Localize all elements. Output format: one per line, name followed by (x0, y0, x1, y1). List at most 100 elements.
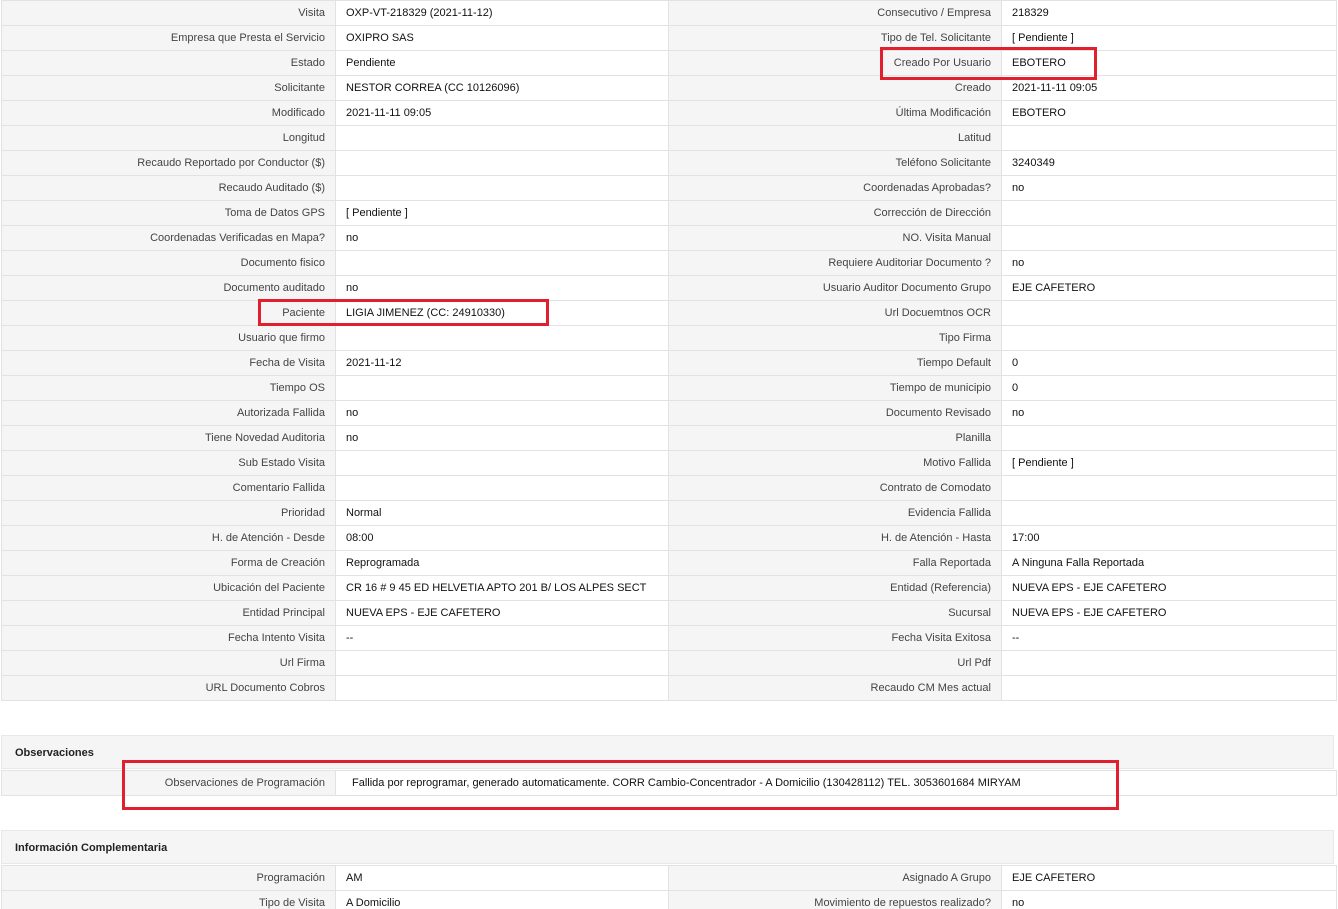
table-row: Empresa que Presta el Servicio OXIPRO SAS… (1, 25, 1337, 51)
table-row: H. de Atención - Desde 08:00 H. de Atenció… (1, 525, 1337, 551)
field-label: Requiere Auditoriar Documento ? (668, 250, 1002, 276)
field-value: EJE CAFETERO (1001, 275, 1337, 301)
field-label: Tipo de Tel. Solicitante (668, 25, 1002, 51)
field-label: Asignado A Grupo (668, 865, 1002, 891)
field-value (1001, 300, 1337, 326)
info-complementaria-header: Información Complementaria (1, 830, 1334, 864)
table-row: Solicitante NESTOR CORREA (CC 10126096) Cr… (1, 75, 1337, 101)
field-label: Contrato de Comodato (668, 475, 1002, 501)
field-label: H. de Atención - Hasta (668, 525, 1002, 551)
field-value: no (335, 400, 669, 426)
field-value: 08:00 (335, 525, 669, 551)
field-label: Teléfono Solicitante (668, 150, 1002, 176)
table-row: Recaudo Auditado ($) Coordenadas Aprobada… (1, 175, 1337, 201)
field-value: AM (335, 865, 669, 891)
field-label: Toma de Datos GPS (1, 200, 336, 226)
field-value: no (1001, 890, 1337, 909)
field-label: Empresa que Presta el Servicio (1, 25, 336, 51)
field-value: 0 (1001, 350, 1337, 376)
field-value (335, 150, 669, 176)
field-label: Documento fisico (1, 250, 336, 276)
field-label: Coordenadas Verificadas en Mapa? (1, 225, 336, 251)
field-label: Url Docuemtnos OCR (668, 300, 1002, 326)
field-label: Corrección de Dirección (668, 200, 1002, 226)
table-row: Entidad Principal NUEVA EPS - EJE CAFETER… (1, 600, 1337, 626)
field-label: Modificado (1, 100, 336, 126)
field-value: [ Pendiente ] (335, 200, 669, 226)
field-label: Programación (1, 865, 336, 891)
table-row: Fecha Intento Visita -- Fecha Visita Exit… (1, 625, 1337, 651)
table-row: Ubicación del Paciente CR 16 # 9 45 ED HE… (1, 575, 1337, 601)
field-value: NESTOR CORREA (CC 10126096) (335, 75, 669, 101)
field-value: NUEVA EPS - EJE CAFETERO (335, 600, 669, 626)
field-label: Url Pdf (668, 650, 1002, 676)
table-row: Comentario Fallida Contrato de Comodato (1, 475, 1337, 501)
field-label: Forma de Creación (1, 550, 336, 576)
field-value: 0 (1001, 375, 1337, 401)
field-value (335, 475, 669, 501)
field-value: Normal (335, 500, 669, 526)
field-label: Prioridad (1, 500, 336, 526)
field-label: Entidad Principal (1, 600, 336, 626)
field-value: 2021-11-12 (335, 350, 669, 376)
field-value: [ Pendiente ] (1001, 450, 1337, 476)
field-label: Usuario que firmo (1, 325, 336, 351)
table-row: Visita OXP-VT-218329 (2021-11-12) Consecut… (1, 0, 1337, 26)
field-label: Planilla (668, 425, 1002, 451)
observaciones-header: Observaciones (1, 735, 1334, 769)
table-row: Tiempo OS Tiempo de municipio 0 (1, 375, 1337, 401)
field-value: Reprogramada (335, 550, 669, 576)
field-value (335, 675, 669, 701)
table-row: Tiene Novedad Auditoria no Planilla (1, 425, 1337, 451)
field-value: no (1001, 250, 1337, 276)
field-label: Coordenadas Aprobadas? (668, 175, 1002, 201)
field-label: Recaudo CM Mes actual (668, 675, 1002, 701)
field-value: Fallida por reprogramar, generado automa… (335, 770, 1337, 796)
field-label: Paciente (1, 300, 336, 326)
field-value: -- (1001, 625, 1337, 651)
field-label: Observaciones de Programación (1, 770, 336, 796)
field-value (1001, 425, 1337, 451)
field-value: 218329 (1001, 0, 1337, 26)
field-value: no (1001, 400, 1337, 426)
field-value: EBOTERO (1001, 50, 1337, 76)
visit-detail-page: Visita OXP-VT-218329 (2021-11-12) Consecut… (0, 0, 1338, 909)
field-label: Última Modificación (668, 100, 1002, 126)
field-value: 2021-11-11 09:05 (335, 100, 669, 126)
observaciones-row: Observaciones de Programación Fallida po… (1, 770, 1337, 796)
field-label: Longitud (1, 125, 336, 151)
field-value (335, 125, 669, 151)
table-row: Coordenadas Verificadas en Mapa? no NO. V… (1, 225, 1337, 251)
field-value: CR 16 # 9 45 ED HELVETIA APTO 201 B/ LOS… (335, 575, 669, 601)
field-label: Solicitante (1, 75, 336, 101)
field-label: H. de Atención - Desde (1, 525, 336, 551)
field-label: Evidencia Fallida (668, 500, 1002, 526)
field-label: Estado (1, 50, 336, 76)
field-value: no (335, 275, 669, 301)
field-value: OXP-VT-218329 (2021-11-12) (335, 0, 669, 26)
table-row: Documento fisico Requiere Auditoriar Docu… (1, 250, 1337, 276)
field-value (335, 250, 669, 276)
field-value (335, 175, 669, 201)
field-label: Autorizada Fallida (1, 400, 336, 426)
table-row: Forma de Creación Reprogramada Falla Repor… (1, 550, 1337, 576)
field-label: Documento Revisado (668, 400, 1002, 426)
field-label: Motivo Fallida (668, 450, 1002, 476)
table-row: Programación AM Asignado A Grupo EJE CAFETE… (1, 865, 1337, 891)
field-label: Sub Estado Visita (1, 450, 336, 476)
field-label: Visita (1, 0, 336, 26)
field-label: Consecutivo / Empresa (668, 0, 1002, 26)
table-row: Longitud Latitud (1, 125, 1337, 151)
field-label: Url Firma (1, 650, 336, 676)
field-value (1001, 475, 1337, 501)
field-label: Tipo Firma (668, 325, 1002, 351)
table-row: Prioridad Normal Evidencia Fallida (1, 500, 1337, 526)
field-label: Comentario Fallida (1, 475, 336, 501)
field-label: Recaudo Auditado ($) (1, 175, 336, 201)
field-value: no (335, 225, 669, 251)
table-row: URL Documento Cobros Recaudo CM Mes actua… (1, 675, 1337, 701)
table-row: Usuario que firmo Tipo Firma (1, 325, 1337, 351)
field-label: Tiempo Default (668, 350, 1002, 376)
field-value (1001, 225, 1337, 251)
info-complementaria-table: Programación AM Asignado A Grupo EJE CAFETE… (1, 865, 1337, 909)
